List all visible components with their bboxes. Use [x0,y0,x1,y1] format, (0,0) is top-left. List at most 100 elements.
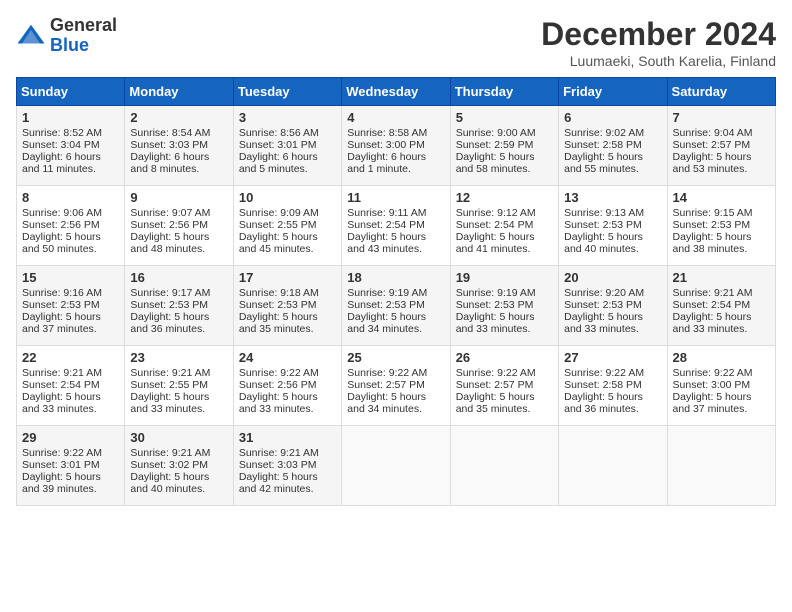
day-info: and 34 minutes. [347,323,444,335]
day-info: and 36 minutes. [130,323,227,335]
title-area: December 2024 Luumaeki, South Karelia, F… [541,16,776,69]
day-info: and 41 minutes. [456,243,553,255]
day-info: Sunrise: 9:00 AM [456,127,553,139]
day-info: Sunset: 2:58 PM [564,139,661,151]
logo-text: General Blue [50,16,117,56]
day-info: Sunrise: 8:56 AM [239,127,336,139]
day-info: and 48 minutes. [130,243,227,255]
calendar-cell [450,426,558,506]
day-info: Sunset: 2:54 PM [673,299,770,311]
week-row-5: 29Sunrise: 9:22 AMSunset: 3:01 PMDayligh… [17,426,776,506]
calendar-cell: 6Sunrise: 9:02 AMSunset: 2:58 PMDaylight… [559,106,667,186]
calendar-cell: 2Sunrise: 8:54 AMSunset: 3:03 PMDaylight… [125,106,233,186]
day-info: Sunset: 3:04 PM [22,139,119,151]
day-number: 1 [22,110,119,125]
day-info: Sunset: 2:56 PM [239,379,336,391]
day-info: Sunrise: 9:21 AM [239,447,336,459]
day-number: 16 [130,270,227,285]
day-info: Sunrise: 9:13 AM [564,207,661,219]
calendar-cell: 12Sunrise: 9:12 AMSunset: 2:54 PMDayligh… [450,186,558,266]
month-title: December 2024 [541,16,776,53]
day-info: Daylight: 6 hours [239,151,336,163]
day-info: and 50 minutes. [22,243,119,255]
day-number: 31 [239,430,336,445]
calendar-cell: 27Sunrise: 9:22 AMSunset: 2:58 PMDayligh… [559,346,667,426]
day-info: Daylight: 5 hours [22,471,119,483]
day-number: 15 [22,270,119,285]
calendar-cell: 21Sunrise: 9:21 AMSunset: 2:54 PMDayligh… [667,266,775,346]
day-info: Sunset: 3:00 PM [673,379,770,391]
day-info: Sunset: 3:02 PM [130,459,227,471]
calendar-cell: 25Sunrise: 9:22 AMSunset: 2:57 PMDayligh… [342,346,450,426]
calendar-cell: 13Sunrise: 9:13 AMSunset: 2:53 PMDayligh… [559,186,667,266]
day-number: 19 [456,270,553,285]
day-info: Daylight: 5 hours [673,311,770,323]
day-info: Daylight: 5 hours [673,231,770,243]
day-info: Sunrise: 9:16 AM [22,287,119,299]
day-info: Sunset: 2:54 PM [456,219,553,231]
day-info: Sunrise: 9:22 AM [673,367,770,379]
day-info: Sunrise: 9:04 AM [673,127,770,139]
day-info: Sunset: 2:53 PM [130,299,227,311]
day-info: Sunrise: 9:15 AM [673,207,770,219]
day-info: and 36 minutes. [564,403,661,415]
calendar-cell: 11Sunrise: 9:11 AMSunset: 2:54 PMDayligh… [342,186,450,266]
day-number: 11 [347,190,444,205]
day-info: Sunrise: 9:21 AM [130,447,227,459]
day-info: Sunset: 2:58 PM [564,379,661,391]
day-info: Sunrise: 9:22 AM [347,367,444,379]
day-info: Daylight: 5 hours [456,311,553,323]
day-number: 10 [239,190,336,205]
day-info: Daylight: 5 hours [564,151,661,163]
calendar-cell: 15Sunrise: 9:16 AMSunset: 2:53 PMDayligh… [17,266,125,346]
logo: General Blue [16,16,117,56]
day-number: 18 [347,270,444,285]
header-thursday: Thursday [450,78,558,106]
logo-general: General [50,16,117,36]
day-info: Sunrise: 9:22 AM [564,367,661,379]
day-info: and 33 minutes. [239,403,336,415]
day-number: 9 [130,190,227,205]
day-info: Sunset: 2:57 PM [456,379,553,391]
week-row-3: 15Sunrise: 9:16 AMSunset: 2:53 PMDayligh… [17,266,776,346]
day-info: and 58 minutes. [456,163,553,175]
calendar-cell: 20Sunrise: 9:20 AMSunset: 2:53 PMDayligh… [559,266,667,346]
day-info: Sunrise: 9:19 AM [456,287,553,299]
day-info: and 55 minutes. [564,163,661,175]
calendar-cell: 8Sunrise: 9:06 AMSunset: 2:56 PMDaylight… [17,186,125,266]
day-number: 14 [673,190,770,205]
day-info: Sunset: 2:53 PM [673,219,770,231]
day-info: Daylight: 5 hours [239,231,336,243]
day-info: Daylight: 5 hours [130,311,227,323]
day-info: Sunset: 2:55 PM [130,379,227,391]
day-number: 27 [564,350,661,365]
calendar-cell: 3Sunrise: 8:56 AMSunset: 3:01 PMDaylight… [233,106,341,186]
day-info: Sunset: 3:00 PM [347,139,444,151]
calendar-cell: 16Sunrise: 9:17 AMSunset: 2:53 PMDayligh… [125,266,233,346]
calendar-cell [667,426,775,506]
calendar-cell: 17Sunrise: 9:18 AMSunset: 2:53 PMDayligh… [233,266,341,346]
calendar-cell: 4Sunrise: 8:58 AMSunset: 3:00 PMDaylight… [342,106,450,186]
day-info: Daylight: 5 hours [22,231,119,243]
day-info: Daylight: 5 hours [673,391,770,403]
day-info: and 43 minutes. [347,243,444,255]
day-number: 4 [347,110,444,125]
day-info: and 45 minutes. [239,243,336,255]
day-info: Sunrise: 9:21 AM [22,367,119,379]
day-info: Sunset: 2:53 PM [564,299,661,311]
day-number: 28 [673,350,770,365]
calendar-cell: 5Sunrise: 9:00 AMSunset: 2:59 PMDaylight… [450,106,558,186]
day-info: Sunset: 3:03 PM [239,459,336,471]
header-friday: Friday [559,78,667,106]
day-info: Sunset: 3:03 PM [130,139,227,151]
day-number: 23 [130,350,227,365]
day-info: Sunrise: 9:22 AM [456,367,553,379]
day-info: Sunrise: 9:22 AM [22,447,119,459]
day-number: 5 [456,110,553,125]
day-number: 22 [22,350,119,365]
day-info: Sunrise: 9:20 AM [564,287,661,299]
day-info: and 5 minutes. [239,163,336,175]
day-number: 3 [239,110,336,125]
day-info: Daylight: 5 hours [239,311,336,323]
day-info: and 42 minutes. [239,483,336,495]
